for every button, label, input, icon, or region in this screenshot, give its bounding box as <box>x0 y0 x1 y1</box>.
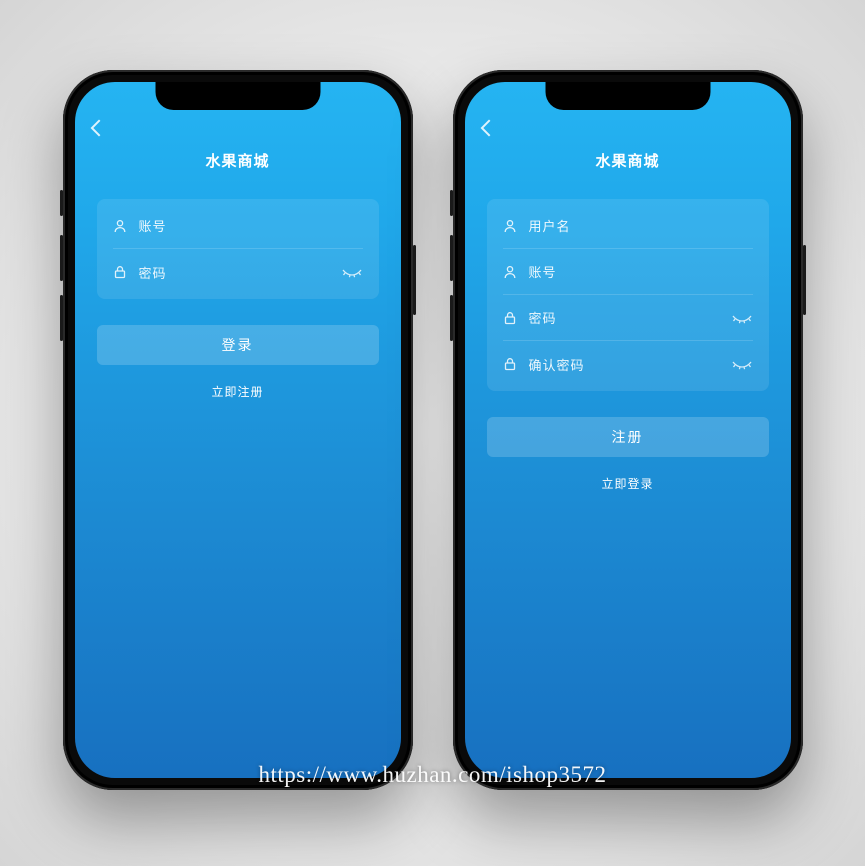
side-button <box>450 190 453 216</box>
confirm-password-field[interactable]: 确认密码 <box>503 341 753 387</box>
user-icon <box>113 219 127 233</box>
device-notch <box>155 82 320 110</box>
register-button[interactable]: 注册 <box>487 417 769 457</box>
side-button <box>60 235 63 281</box>
user-icon <box>503 219 517 233</box>
register-button-label: 注册 <box>612 427 644 447</box>
side-button <box>803 245 806 315</box>
login-screen: 水果商城 账号 密码 登录 立即注册 <box>75 82 401 778</box>
confirm-password-label: 确认密码 <box>529 355 719 374</box>
lock-icon <box>503 357 517 371</box>
side-button <box>413 245 416 315</box>
login-button[interactable]: 登录 <box>97 325 379 365</box>
password-field[interactable]: 密码 <box>503 295 753 341</box>
lock-icon <box>113 265 127 279</box>
login-form: 账号 密码 <box>97 199 379 299</box>
user-icon <box>503 265 517 279</box>
goto-login-link[interactable]: 立即登录 <box>465 475 791 492</box>
device-notch <box>545 82 710 110</box>
back-icon[interactable] <box>480 120 497 137</box>
account-label: 账号 <box>139 216 363 235</box>
phone-mockup-register: 水果商城 用户名 账号 密码 <box>453 70 803 790</box>
lock-icon <box>503 311 517 325</box>
account-field[interactable]: 账号 <box>113 203 363 249</box>
eye-closed-icon[interactable] <box>731 357 753 371</box>
side-button <box>60 295 63 341</box>
back-icon[interactable] <box>90 120 107 137</box>
eye-closed-icon[interactable] <box>731 311 753 325</box>
username-label: 用户名 <box>529 216 753 235</box>
login-button-label: 登录 <box>222 335 254 355</box>
password-label: 密码 <box>529 308 719 327</box>
register-form: 用户名 账号 密码 确认密码 <box>487 199 769 391</box>
side-button <box>60 190 63 216</box>
phone-mockup-login: 水果商城 账号 密码 登录 立即注册 <box>63 70 413 790</box>
side-button <box>450 235 453 281</box>
username-field[interactable]: 用户名 <box>503 203 753 249</box>
register-screen: 水果商城 用户名 账号 密码 <box>465 82 791 778</box>
side-button <box>450 295 453 341</box>
eye-closed-icon[interactable] <box>341 265 363 279</box>
account-label: 账号 <box>529 262 753 281</box>
goto-register-link[interactable]: 立即注册 <box>75 383 401 400</box>
account-field[interactable]: 账号 <box>503 249 753 295</box>
password-field[interactable]: 密码 <box>113 249 363 295</box>
password-label: 密码 <box>139 263 329 282</box>
